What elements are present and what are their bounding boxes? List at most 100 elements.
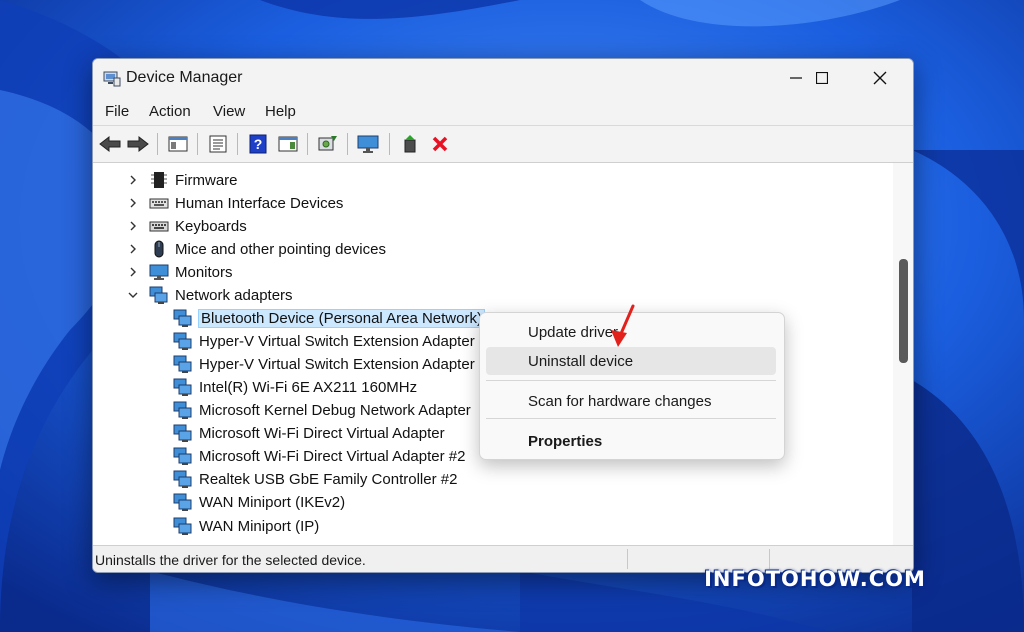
menu-action[interactable]: Action	[149, 103, 191, 120]
device-label: Realtek USB GbE Family Controller #2	[199, 470, 458, 488]
device-item-realtek-usb[interactable]: Realtek USB GbE Family Controller #2	[173, 468, 457, 490]
keyboard-icon	[149, 221, 169, 232]
status-separator	[627, 549, 628, 569]
tree-item-label: Firmware	[175, 171, 238, 189]
menu-view[interactable]: View	[213, 103, 245, 120]
device-item-wan-ip[interactable]: WAN Miniport (IP)	[173, 515, 319, 537]
properties-icon	[209, 135, 227, 153]
network-adapter-icon	[173, 378, 192, 396]
window-title: Device Manager	[126, 69, 243, 86]
menu-help[interactable]: Help	[265, 103, 296, 120]
close-icon	[873, 71, 887, 85]
network-adapter-icon	[173, 332, 192, 350]
toolbar: ?	[93, 126, 913, 163]
device-label: WAN Miniport (IKEv2)	[199, 493, 346, 511]
tree-item-firmware[interactable]: Firmware	[129, 169, 238, 191]
menu-separator	[486, 380, 776, 381]
help-icon: ?	[249, 134, 267, 154]
enable-device-icon	[404, 135, 416, 153]
forward-arrow-icon	[127, 135, 149, 153]
tree-item-label: Monitors	[175, 263, 233, 281]
network-adapter-icon	[173, 493, 192, 511]
chevron-right-icon[interactable]	[127, 174, 139, 186]
device-item-bluetooth-pan[interactable]: Bluetooth Device (Personal Area Network)	[173, 307, 485, 329]
chevron-right-icon[interactable]	[127, 220, 139, 232]
device-label: Hyper-V Virtual Switch Extension Adapter	[199, 332, 475, 350]
toolbar-separator	[237, 133, 238, 155]
device-item-wan-ikev2[interactable]: WAN Miniport (IKEv2)	[173, 491, 345, 513]
tree-item-network-adapters[interactable]: Network adapters	[127, 284, 293, 306]
device-label: Microsoft Wi-Fi Direct Virtual Adapter	[199, 424, 445, 442]
properties-button[interactable]	[205, 132, 231, 156]
status-text: Uninstalls the driver for the selected d…	[95, 552, 366, 568]
scan-hardware-changes-icon	[318, 136, 337, 151]
network-adapter-icon	[173, 424, 192, 442]
tree-item-label: Network adapters	[175, 286, 293, 304]
chevron-right-icon[interactable]	[127, 266, 139, 278]
tree-item-label: Mice and other pointing devices	[175, 240, 386, 258]
menu-item-properties[interactable]: Properties	[486, 427, 776, 455]
device-item-hyperv-2[interactable]: Hyper-V Virtual Switch Extension Adapter	[173, 353, 475, 375]
back-button[interactable]	[97, 132, 123, 156]
menu-separator	[486, 418, 776, 419]
menu-file[interactable]: File	[105, 103, 129, 120]
maximize-button[interactable]	[795, 59, 849, 97]
chevron-right-icon[interactable]	[127, 243, 139, 255]
show-action-pane-icon	[278, 136, 298, 152]
menu-bar: File Action View Help	[93, 97, 913, 126]
help-button[interactable]: ?	[245, 132, 271, 156]
monitor-icon	[149, 264, 169, 280]
device-item-intel-wifi[interactable]: Intel(R) Wi-Fi 6E AX211 160MHz	[173, 376, 417, 398]
tree-item-keyboards[interactable]: Keyboards	[129, 215, 247, 237]
network-adapter-icon	[173, 355, 192, 373]
tree-item-mice[interactable]: Mice and other pointing devices	[129, 238, 386, 260]
network-adapter-icon	[173, 309, 192, 327]
uninstall-device-toolbar-button[interactable]	[427, 132, 453, 156]
network-adapter-icon	[173, 447, 192, 465]
enable-device-button[interactable]	[397, 132, 423, 156]
device-item-wifi-direct-2[interactable]: Microsoft Wi-Fi Direct Virtual Adapter #…	[173, 445, 465, 467]
menu-item-scan-hardware-changes[interactable]: Scan for hardware changes	[486, 387, 776, 415]
device-label: WAN Miniport (IP)	[199, 517, 320, 535]
toolbar-separator	[197, 133, 198, 155]
tree-item-label: Keyboards	[175, 217, 247, 235]
network-adapter-icon	[149, 286, 168, 304]
mouse-icon	[154, 240, 164, 258]
device-label: Hyper-V Virtual Switch Extension Adapter	[199, 355, 475, 373]
tree-item-monitors[interactable]: Monitors	[129, 261, 233, 283]
network-adapter-icon	[173, 401, 192, 419]
device-label: Intel(R) Wi-Fi 6E AX211 160MHz	[199, 378, 418, 396]
toolbar-separator	[307, 133, 308, 155]
vertical-scrollbar[interactable]	[893, 163, 913, 545]
annotation-arrow-icon	[611, 304, 635, 347]
device-item-kernel-debug[interactable]: Microsoft Kernel Debug Network Adapter	[173, 399, 471, 421]
forward-button[interactable]	[125, 132, 151, 156]
device-item-hyperv-1[interactable]: Hyper-V Virtual Switch Extension Adapter	[173, 330, 475, 352]
device-label: Microsoft Kernel Debug Network Adapter	[199, 401, 471, 419]
show-hide-console-tree-button[interactable]	[165, 132, 191, 156]
svg-text:?: ?	[254, 136, 263, 152]
close-button[interactable]	[853, 59, 907, 97]
show-hide-console-tree-icon	[168, 136, 188, 152]
hid-keyboard-icon	[149, 198, 169, 209]
show-action-pane-button[interactable]	[275, 132, 301, 156]
device-item-wifi-direct-1[interactable]: Microsoft Wi-Fi Direct Virtual Adapter	[173, 422, 445, 444]
network-adapter-icon	[173, 517, 192, 535]
title-bar[interactable]: Device Manager	[93, 59, 913, 97]
chevron-down-icon[interactable]	[127, 289, 139, 301]
tree-item-label: Human Interface Devices	[175, 194, 344, 212]
watermark-logo: INFOTOHOW.COM	[704, 567, 926, 591]
device-manager-app-icon	[103, 71, 121, 87]
display-monitor-icon	[357, 135, 379, 153]
maximize-icon	[816, 72, 828, 84]
toolbar-separator	[347, 133, 348, 155]
firmware-chip-icon	[151, 172, 167, 188]
chevron-right-icon[interactable]	[127, 197, 139, 209]
toolbar-separator	[389, 133, 390, 155]
display-monitor-button[interactable]	[355, 132, 381, 156]
scrollbar-thumb[interactable]	[899, 259, 908, 363]
back-arrow-icon	[99, 135, 121, 153]
tree-item-human-interface-devices[interactable]: Human Interface Devices	[129, 192, 343, 214]
toolbar-separator	[157, 133, 158, 155]
scan-hardware-changes-button[interactable]	[315, 132, 341, 156]
